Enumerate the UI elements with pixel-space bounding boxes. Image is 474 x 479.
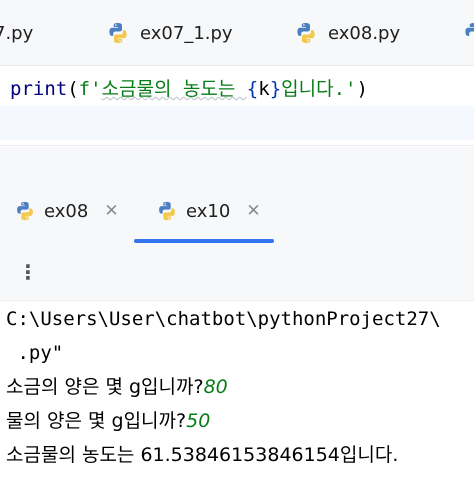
python-run-icon: [17, 201, 33, 221]
python-file-icon: [465, 23, 474, 36]
close-icon[interactable]: ✕: [104, 201, 118, 221]
python-file-icon: [297, 23, 315, 43]
code-string-part1: 소금물의 농도는: [101, 78, 247, 100]
python-file-icon: [109, 23, 127, 43]
console-path-continuation: .py": [6, 342, 64, 364]
console-user-input: 80: [203, 376, 228, 398]
editor-tab-7py[interactable]: 7.py: [0, 0, 33, 66]
current-line-highlight: [0, 106, 474, 140]
close-icon[interactable]: ✕: [246, 201, 260, 221]
code-string-part2: 입니다.': [281, 78, 357, 100]
editor-tab-bar: 7.py ex07_1.py ex08.py: [0, 0, 474, 66]
active-tab-indicator: [134, 239, 274, 243]
console-prompt-salt: 소금의 양은 몇 g입니까?80: [6, 370, 228, 404]
code-brace-open: {: [246, 78, 259, 100]
console-prompt-water: 물의 양은 몇 g입니까?50: [6, 404, 210, 438]
panel-divider: [0, 147, 474, 179]
editor-tab-label: 7.py: [0, 22, 34, 44]
run-tab-ex10[interactable]: ex10 ✕: [156, 179, 261, 243]
run-tab-label: ex10: [186, 200, 231, 222]
code-line-print[interactable]: print(f'소금물의 농도는 {k}입니다.'): [10, 76, 368, 102]
console-result-line: 소금물의 농도는 61.53846153846154입니다.: [6, 444, 399, 466]
code-brace-close: }: [269, 78, 282, 100]
editor-tab-next[interactable]: [462, 0, 474, 66]
console-user-input: 50: [186, 410, 211, 432]
code-fstring-prefix: f': [78, 78, 102, 100]
more-options-icon[interactable]: ⋮: [18, 259, 38, 285]
code-editor[interactable]: print(f'소금물의 농도는 {k}입니다.'): [0, 66, 474, 146]
run-tab-ex08[interactable]: ex08 ✕: [14, 179, 119, 243]
editor-tab-ex08[interactable]: ex08.py: [294, 0, 400, 66]
code-paren-open: (: [67, 78, 79, 100]
editor-tab-ex07_1[interactable]: ex07_1.py: [106, 0, 233, 66]
run-tab-label: ex08: [44, 200, 89, 222]
code-variable: k: [258, 78, 270, 100]
editor-tab-label: ex08.py: [328, 22, 401, 44]
console-question: 물의 양은 몇 g입니까?: [6, 410, 187, 432]
python-run-icon: [159, 201, 175, 221]
editor-tab-label: ex07_1.py: [140, 22, 233, 44]
run-toolbar: ⋮: [0, 245, 474, 301]
run-tab-bar: ex08 ✕ ex10 ✕: [0, 179, 474, 245]
console-path-line: C:\Users\User\chatbot\pythonProject27\: [6, 308, 441, 330]
run-console[interactable]: C:\Users\User\chatbot\pythonProject27\ .…: [0, 302, 474, 479]
code-function: print: [10, 78, 68, 100]
code-paren-close: ): [356, 78, 368, 100]
console-question: 소금의 양은 몇 g입니까?: [6, 376, 204, 398]
